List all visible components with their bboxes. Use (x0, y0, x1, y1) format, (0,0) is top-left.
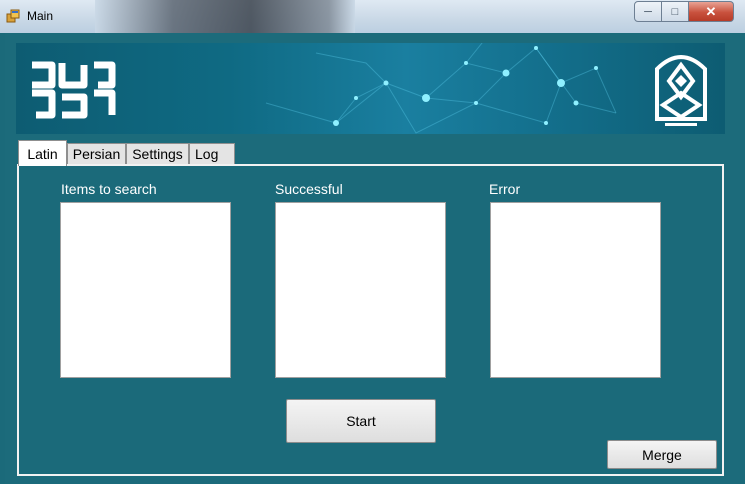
tab-settings-label: Settings (132, 146, 183, 162)
items-to-search-label: Items to search (61, 181, 157, 197)
header-banner (16, 43, 725, 134)
brand-logo (32, 61, 116, 119)
university-emblem-icon (655, 55, 707, 126)
close-icon: ✕ (705, 3, 717, 19)
close-button[interactable]: ✕ (689, 1, 734, 22)
title-bar[interactable]: Main ─ □ ✕ (0, 0, 745, 33)
app-icon (6, 9, 20, 23)
tab-persian[interactable]: Persian (67, 143, 126, 164)
maximize-icon: □ (671, 5, 679, 18)
error-label: Error (489, 181, 521, 197)
merge-button[interactable]: Merge (607, 440, 717, 469)
successful-list[interactable] (275, 202, 446, 378)
tab-log[interactable]: Log (189, 143, 235, 164)
tab-persian-label: Persian (72, 146, 121, 162)
items-to-search-list[interactable] (60, 202, 231, 378)
tab-log-label: Log (195, 146, 219, 162)
title-bar-background (95, 0, 355, 33)
minimize-icon: ─ (644, 5, 652, 18)
network-graphic (265, 43, 617, 134)
error-list[interactable] (490, 202, 661, 378)
tab-latin-label: Latin (27, 145, 58, 162)
tab-latin[interactable]: Latin (18, 140, 67, 166)
start-button[interactable]: Start (286, 399, 436, 443)
successful-label: Successful (275, 181, 343, 197)
maximize-button[interactable]: □ (662, 1, 689, 22)
window-title: Main (27, 9, 54, 23)
minimize-button[interactable]: ─ (634, 1, 662, 22)
start-button-label: Start (346, 413, 376, 429)
merge-button-label: Merge (642, 446, 682, 463)
tab-settings[interactable]: Settings (126, 143, 189, 164)
